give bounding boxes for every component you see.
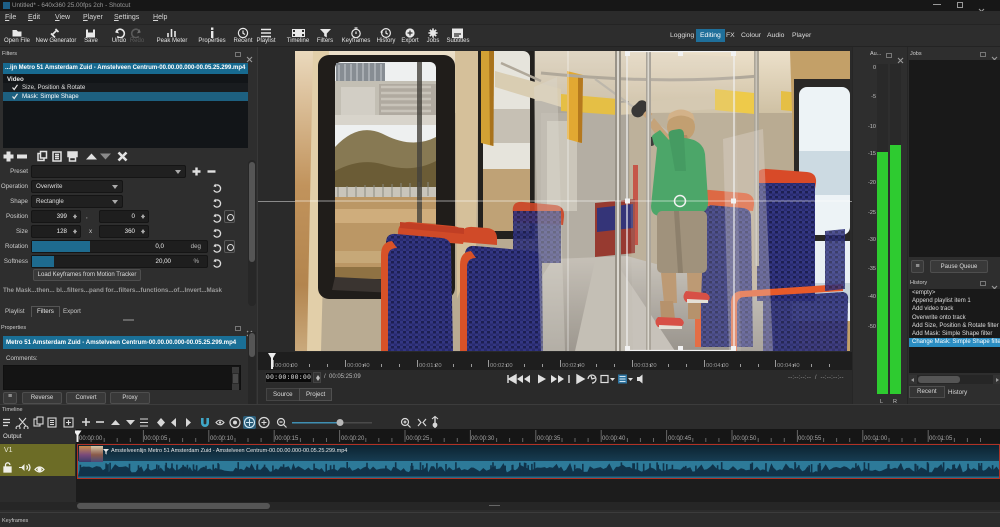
svg-text:-20: -20 (868, 180, 876, 186)
svg-text:00:04:40: 00:04:40 (777, 363, 800, 369)
svg-text:00:00:00: 00:00:00 (275, 363, 298, 369)
svg-text:-30: -30 (868, 237, 876, 243)
svg-text:00:00:40: 00:00:40 (347, 363, 370, 369)
svg-text:-15: -15 (868, 151, 876, 157)
svg-text:-5: -5 (871, 94, 876, 100)
svg-text:-40: -40 (868, 294, 876, 300)
svg-text:00:02:40: 00:02:40 (562, 363, 585, 369)
svg-text:-50: -50 (868, 324, 876, 330)
svg-text:-25: -25 (868, 210, 876, 216)
svg-text:00:04:00: 00:04:00 (706, 363, 729, 369)
svg-text:0: 0 (873, 65, 876, 71)
svg-text:-10: -10 (868, 124, 876, 130)
svg-text:00:02:00: 00:02:00 (490, 363, 513, 369)
svg-text:00:01:20: 00:01:20 (419, 363, 442, 369)
svg-text:00:03:20: 00:03:20 (634, 363, 657, 369)
svg-text:-35: -35 (868, 266, 876, 272)
